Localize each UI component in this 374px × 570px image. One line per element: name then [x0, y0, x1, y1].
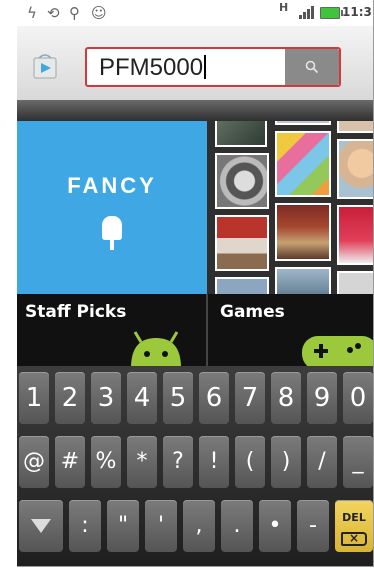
- status-bar: ϟ ⟲ ⚲ ☺ H 11:31: [17, 0, 373, 26]
- phone-screen: ϟ ⟲ ⚲ ☺ H 11:31 PFM5000 FANCY: [17, 0, 374, 567]
- featured-banner[interactable]: FANCY: [17, 121, 373, 294]
- category-staff-picks[interactable]: Staff Picks: [17, 294, 206, 366]
- key-8[interactable]: 8: [271, 372, 301, 424]
- android-icon: [131, 331, 181, 366]
- thumbnail: [337, 121, 373, 133]
- thumbnail: [275, 203, 331, 261]
- gamepad-icon: [302, 336, 373, 366]
- fancy-label: FANCY: [67, 173, 157, 198]
- thumbnail: [337, 205, 373, 265]
- thumbnail: [215, 215, 269, 271]
- key-6[interactable]: 6: [199, 372, 229, 424]
- network-type: H: [279, 1, 289, 14]
- delete-key[interactable]: DEL ×: [335, 500, 373, 552]
- sync-icon: ⟲: [47, 4, 60, 22]
- key-dash[interactable]: -: [297, 500, 329, 552]
- key-paren-open[interactable]: (: [235, 436, 265, 488]
- key-exclamation[interactable]: !: [199, 436, 229, 488]
- signal-icon: [299, 5, 317, 19]
- key-double-quote[interactable]: ": [107, 500, 139, 552]
- key-7[interactable]: 7: [235, 372, 265, 424]
- fancy-promo[interactable]: FANCY: [17, 121, 207, 294]
- category-label: Games: [220, 302, 285, 322]
- thumbnail: [275, 267, 331, 294]
- thumbnail: [215, 153, 269, 209]
- hide-keyboard-key[interactable]: [19, 500, 63, 552]
- thumbnail: [337, 139, 373, 199]
- popsicle-icon: [102, 216, 122, 250]
- usb-icon: ϟ: [27, 4, 37, 22]
- category-games[interactable]: Games: [208, 294, 373, 366]
- tab-strip: [17, 100, 373, 121]
- thumbnail: [215, 121, 267, 147]
- key-paren-close[interactable]: ): [271, 436, 301, 488]
- clock: 11:31: [342, 5, 373, 19]
- play-store-icon[interactable]: [31, 52, 59, 80]
- thumbnail: [275, 121, 331, 125]
- thumbnail: [215, 277, 269, 294]
- key-bullet[interactable]: •: [259, 500, 291, 552]
- key-single-quote[interactable]: ': [145, 500, 177, 552]
- alarm-icon: ⚲: [69, 4, 80, 22]
- key-asterisk[interactable]: *: [127, 436, 157, 488]
- delete-label: DEL: [342, 511, 366, 524]
- key-comma[interactable]: ,: [183, 500, 215, 552]
- key-9[interactable]: 9: [307, 372, 337, 424]
- key-colon[interactable]: :: [69, 500, 101, 552]
- thumbnail: [337, 271, 373, 294]
- category-label: Staff Picks: [25, 302, 127, 322]
- keyboard: 1 2 3 4 5 6 7 8 9 0 @ # % * ? ! ( ) / _ …: [17, 366, 373, 566]
- android-icon: ☺: [91, 4, 107, 22]
- search-bar: PFM5000: [17, 26, 373, 100]
- key-at[interactable]: @: [19, 436, 49, 488]
- thumbnail: [275, 131, 331, 197]
- key-question[interactable]: ?: [163, 436, 193, 488]
- key-4[interactable]: 4: [127, 372, 157, 424]
- key-1[interactable]: 1: [19, 372, 49, 424]
- battery-icon: [320, 7, 343, 19]
- search-icon: [305, 60, 319, 74]
- key-underscore[interactable]: _: [343, 436, 373, 488]
- key-slash[interactable]: /: [307, 436, 337, 488]
- search-query-text: PFM5000: [99, 55, 207, 81]
- backspace-icon: ×: [341, 532, 367, 546]
- hide-keyboard-icon: [31, 519, 51, 533]
- key-0[interactable]: 0: [343, 372, 373, 424]
- key-hash[interactable]: #: [55, 436, 85, 488]
- key-3[interactable]: 3: [91, 372, 121, 424]
- key-period[interactable]: .: [221, 500, 253, 552]
- key-percent[interactable]: %: [91, 436, 121, 488]
- key-2[interactable]: 2: [55, 372, 85, 424]
- search-button[interactable]: [285, 49, 339, 85]
- key-5[interactable]: 5: [163, 372, 193, 424]
